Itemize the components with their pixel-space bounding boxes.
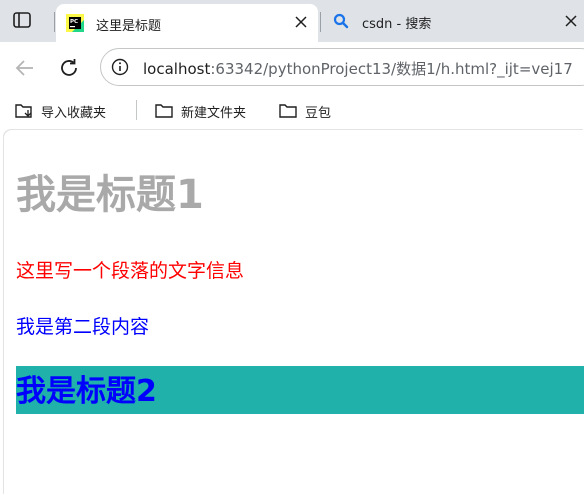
url-host: localhost — [143, 60, 211, 78]
close-icon[interactable] — [294, 15, 308, 29]
paragraph-2: 我是第二段内容 — [16, 316, 150, 338]
bookmark-label: 新建文件夹 — [181, 105, 247, 121]
folder-icon — [155, 104, 173, 118]
bookmark-doubao[interactable]: 豆包 — [278, 100, 331, 122]
tab-strip: PC 这里是标题 csdn - 搜索 — [0, 0, 584, 42]
sidebar-toggle-icon[interactable] — [12, 10, 32, 30]
page-heading-1: 我是标题1 — [16, 172, 204, 218]
pycharm-icon: PC — [66, 14, 84, 32]
reload-icon[interactable] — [58, 57, 80, 79]
bookmark-import-favorites[interactable]: 导入收藏夹 — [14, 100, 106, 122]
bookmark-divider — [136, 100, 137, 120]
tab-csdn-search[interactable]: csdn - 搜索 — [324, 6, 584, 36]
svg-text:PC: PC — [70, 19, 78, 25]
address-bar[interactable]: localhost:63342/pythonProject13/数据1/h.ht… — [100, 48, 584, 86]
import-icon — [15, 104, 32, 118]
bookmark-new-folder[interactable]: 新建文件夹 — [154, 100, 246, 122]
info-icon[interactable] — [111, 58, 129, 76]
tab-active[interactable]: PC 这里是标题 — [56, 4, 318, 42]
bookmark-label: 导入收藏夹 — [41, 105, 107, 121]
tab-title: csdn - 搜索 — [362, 17, 432, 32]
back-arrow-icon[interactable] — [14, 57, 36, 79]
paragraph-1: 这里写一个段落的文字信息 — [16, 260, 245, 282]
page-viewport: 我是标题1 这里写一个段落的文字信息 我是第二段内容 我是标题2 — [4, 130, 584, 495]
tab-title: 这里是标题 — [96, 19, 162, 34]
folder-icon — [279, 104, 297, 118]
bookmarks-bar: 导入收藏夹 新建文件夹 豆包 — [0, 94, 584, 128]
tab-divider — [54, 12, 55, 32]
tab-divider — [320, 12, 321, 32]
page-heading-2: 我是标题2 — [16, 366, 584, 414]
close-icon[interactable] — [564, 14, 578, 28]
bookmark-label: 豆包 — [305, 105, 332, 121]
url-path: :63342/pythonProject13/数据1/h.html?_ijt=v… — [210, 60, 573, 78]
search-icon — [333, 13, 349, 29]
url-text[interactable]: localhost:63342/pythonProject13/数据1/h.ht… — [143, 58, 573, 79]
browser-toolbar: localhost:63342/pythonProject13/数据1/h.ht… — [0, 42, 584, 94]
